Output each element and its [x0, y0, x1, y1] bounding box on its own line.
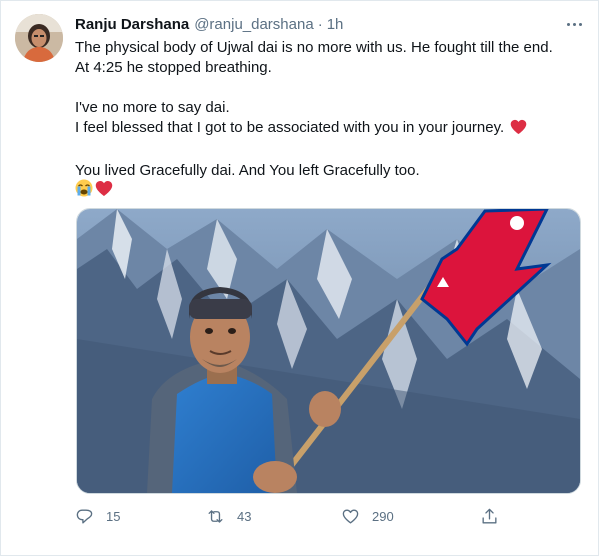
like-count: 290: [372, 508, 394, 524]
crying-face-emoji-icon: [75, 179, 93, 203]
tweet-line-text: I feel blessed that I got to be associat…: [75, 119, 505, 136]
tweet-text: The physical body of Ujwal dai is no mor…: [75, 38, 575, 201]
tweet-line: At 4:25 he stopped breathing.: [75, 59, 272, 76]
heart-icon: [342, 508, 359, 524]
share-icon: [482, 508, 497, 524]
like-button[interactable]: 290: [341, 503, 394, 529]
avatar-image: [15, 14, 63, 62]
header-separator: ·: [317, 15, 323, 33]
red-heart-emoji-icon: [95, 180, 113, 203]
red-heart-emoji-icon: [510, 119, 527, 141]
more-options-icon[interactable]: [562, 17, 586, 31]
retweet-button[interactable]: 43: [206, 503, 251, 529]
share-button[interactable]: [480, 503, 511, 529]
emoji-row: [75, 179, 575, 203]
tweet-line: I've no more to say dai.: [75, 99, 230, 116]
author-name[interactable]: Ranju Darshana: [75, 16, 189, 33]
reply-count: 15: [106, 508, 121, 524]
retweet-icon: [208, 509, 223, 523]
photo-man-with-nepal-flag-mountains: [77, 209, 580, 493]
tweet-line: You lived Gracefully dai. And You left G…: [75, 162, 420, 179]
tweet-card[interactable]: Ranju Darshana @ranju_darshana · 1h The …: [0, 0, 599, 556]
tweet-line: I feel blessed that I got to be associat…: [75, 118, 575, 141]
retweet-count: 43: [237, 508, 252, 524]
reply-icon: [76, 508, 93, 524]
tweet-timestamp[interactable]: 1h: [327, 16, 344, 33]
tweet-line: The physical body of Ujwal dai is no mor…: [75, 39, 553, 56]
reply-button[interactable]: 15: [75, 503, 120, 529]
tweet-header: Ranju Darshana @ranju_darshana · 1h: [75, 14, 578, 34]
avatar[interactable]: [15, 14, 63, 62]
tweet-photo[interactable]: [76, 208, 581, 494]
tweet-actions: 15 43 290: [75, 503, 505, 529]
author-handle[interactable]: @ranju_darshana: [194, 16, 313, 33]
